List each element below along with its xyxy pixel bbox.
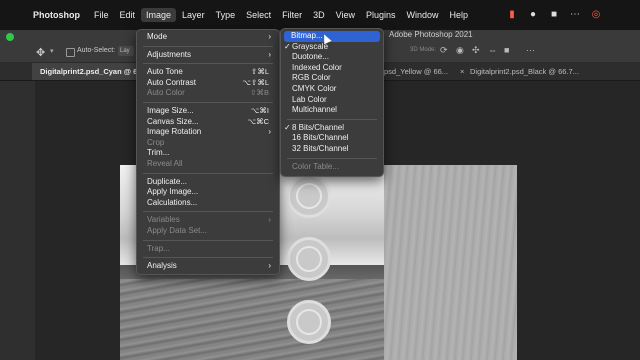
menu-item-auto-color[interactable]: Auto Color ⇧⌘B (137, 88, 279, 99)
tab-cyan[interactable]: Digitalprint2.psd_Cyan @ 6 (32, 63, 148, 80)
tab-black-close-icon[interactable]: × (460, 63, 464, 80)
vpn-icon[interactable]: ● (527, 9, 539, 21)
toolbar-panel (0, 81, 35, 360)
creative-cloud-icon[interactable]: ◎ (590, 9, 602, 21)
menu-item-trap[interactable]: Trap... (137, 244, 279, 255)
circle-graphic (287, 174, 331, 218)
menu-image[interactable]: Image (141, 8, 177, 22)
menu-item-reveal-all[interactable]: Reveal All (137, 159, 279, 170)
window-title: Adobe Photoshop 2021 (389, 30, 473, 39)
submenu-item-grayscale[interactable]: ✓ Grayscale (281, 42, 383, 53)
submenu-item-lab-color[interactable]: Lab Color (281, 95, 383, 106)
menu-item-duplicate[interactable]: Duplicate... (137, 177, 279, 188)
rotate-icon[interactable]: ◉ (456, 45, 464, 56)
chevron-down-icon[interactable]: ▾ (50, 47, 54, 55)
menu-item-analysis[interactable]: Analysis › (137, 261, 279, 272)
menu-item-image-rotation[interactable]: Image Rotation › (137, 127, 279, 138)
auto-select-checkbox[interactable] (66, 48, 75, 57)
window-zoom-button[interactable] (6, 33, 14, 41)
slide-icon[interactable]: ⇔ (488, 45, 497, 55)
submenu-item-color-table[interactable]: Color Table... (281, 162, 383, 173)
image-menu: Mode › Adjustments › Auto Tone ⇧⌘L Auto Con… (136, 29, 280, 275)
ellipsis-icon[interactable]: ··· (526, 45, 535, 55)
submenu-item-duotone[interactable]: Duotone... (281, 52, 383, 63)
checkmark-icon: ✓ (284, 41, 291, 51)
submenu-item-32-bits[interactable]: 32 Bits/Channel (281, 144, 383, 155)
menu-item-trim[interactable]: Trim... (137, 148, 279, 159)
menu-item-crop[interactable]: Crop (137, 138, 279, 149)
dropbox-icon[interactable]: ■ (548, 9, 560, 21)
submenu-item-indexed-color[interactable]: Indexed Color (281, 63, 383, 74)
submenu-item-rgb-color[interactable]: RGB Color (281, 73, 383, 84)
3d-mode-label: 3D Mode: (410, 47, 437, 53)
tab-black[interactable]: Digitalprint2.psd_Black @ 66.7... (470, 63, 579, 80)
orbit-icon[interactable]: ⟳ (440, 45, 448, 56)
checkmark-icon: ✓ (284, 122, 291, 132)
drag-icon[interactable]: ✣ (472, 45, 480, 56)
menu-item-apply-image[interactable]: Apply Image... (137, 187, 279, 198)
submenu-item-multichannel[interactable]: Multichannel (281, 105, 383, 116)
menu-photoshop[interactable]: Photoshop (28, 8, 88, 22)
menu-item-auto-tone[interactable]: Auto Tone ⇧⌘L (137, 67, 279, 78)
submenu-item-bitmap[interactable]: Bitmap... (284, 31, 380, 42)
circle-graphic (287, 237, 331, 281)
menu-edit[interactable]: Edit (115, 8, 141, 22)
menu-item-apply-data-set[interactable]: Apply Data Set... (137, 226, 279, 237)
tab-yellow[interactable]: psd_Yellow @ 66... (384, 63, 448, 80)
status-icons: ▮ ● ■ ⋯ ◎ (506, 9, 602, 21)
move-tool-icon[interactable]: ✥ (36, 46, 45, 59)
camera-icon[interactable]: ■ (504, 45, 509, 55)
texture-panel (384, 165, 517, 360)
menu-help[interactable]: Help (445, 8, 474, 22)
auto-select-label: Auto-Select: (77, 47, 116, 54)
submenu-item-8-bits[interactable]: ✓ 8 Bits/Channel (281, 123, 383, 134)
record-icon[interactable]: ▮ (506, 9, 518, 21)
menu-window[interactable]: Window (402, 8, 444, 22)
menu-item-auto-contrast[interactable]: Auto Contrast ⌥⇧⌘L (137, 78, 279, 89)
layer-select[interactable]: Lay (118, 46, 134, 56)
circle-graphic (287, 300, 331, 344)
menu-item-canvas-size[interactable]: Canvas Size... ⌥⌘C (137, 117, 279, 128)
mode-submenu: Bitmap... ✓ Grayscale Duotone... Indexed … (280, 28, 384, 177)
menu-type[interactable]: Type (211, 8, 241, 22)
menu-select[interactable]: Select (241, 8, 276, 22)
photo-ground (120, 279, 384, 360)
menu-3d[interactable]: 3D (308, 8, 330, 22)
menu-layer[interactable]: Layer (177, 8, 210, 22)
menu-view[interactable]: View (331, 8, 360, 22)
menu-item-variables[interactable]: Variables › (137, 215, 279, 226)
menu-bar: Photoshop File Edit Image Layer Type Sel… (0, 0, 640, 30)
menu-file[interactable]: File (89, 8, 114, 22)
menu-item-image-size[interactable]: Image Size... ⌥⌘I (137, 106, 279, 117)
submenu-item-16-bits[interactable]: 16 Bits/Channel (281, 133, 383, 144)
menu-item-adjustments[interactable]: Adjustments › (137, 50, 279, 61)
menu-item-calculations[interactable]: Calculations... (137, 198, 279, 209)
submenu-item-cmyk-color[interactable]: CMYK Color (281, 84, 383, 95)
menu-filter[interactable]: Filter (277, 8, 307, 22)
dots-icon[interactable]: ⋯ (569, 9, 581, 21)
menu-plugins[interactable]: Plugins (361, 8, 401, 22)
menu-item-mode[interactable]: Mode › (137, 32, 279, 43)
